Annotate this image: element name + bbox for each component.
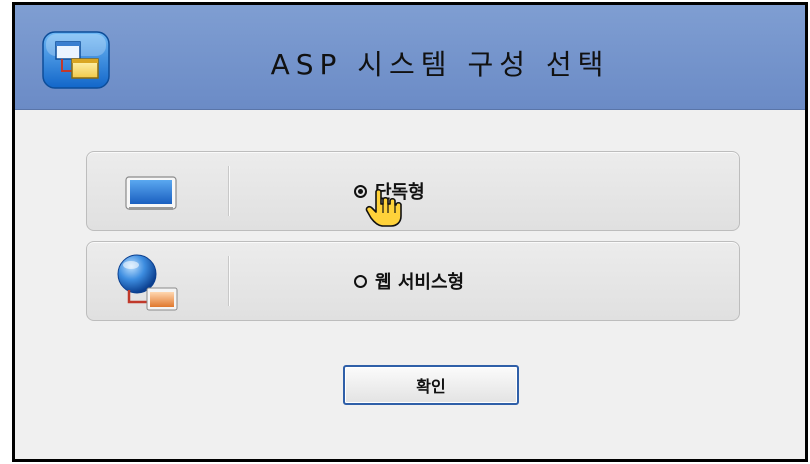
option-web-service-panel[interactable]: 웹 서비스형	[86, 241, 740, 321]
radio-web-service[interactable]	[354, 274, 367, 288]
confirm-button[interactable]: 확인	[343, 365, 519, 405]
web-service-icon	[117, 254, 178, 311]
option-divider	[228, 256, 229, 306]
asp-config-dialog: ASP 시스템 구성 선택 단독형 웹 서비스형 확인	[12, 2, 808, 462]
option-divider	[228, 166, 229, 216]
dialog-titlebar: ASP 시스템 구성 선택	[15, 5, 805, 110]
dialog-title: ASP 시스템 구성 선택	[270, 48, 610, 81]
monitor-icon	[125, 176, 177, 210]
option-web-service-label: 웹 서비스형	[375, 272, 465, 293]
hand-pointer-cursor-icon	[365, 188, 402, 227]
option-web-service[interactable]: 웹 서비스형	[354, 242, 464, 320]
option-standalone-panel[interactable]: 단독형	[86, 151, 740, 231]
